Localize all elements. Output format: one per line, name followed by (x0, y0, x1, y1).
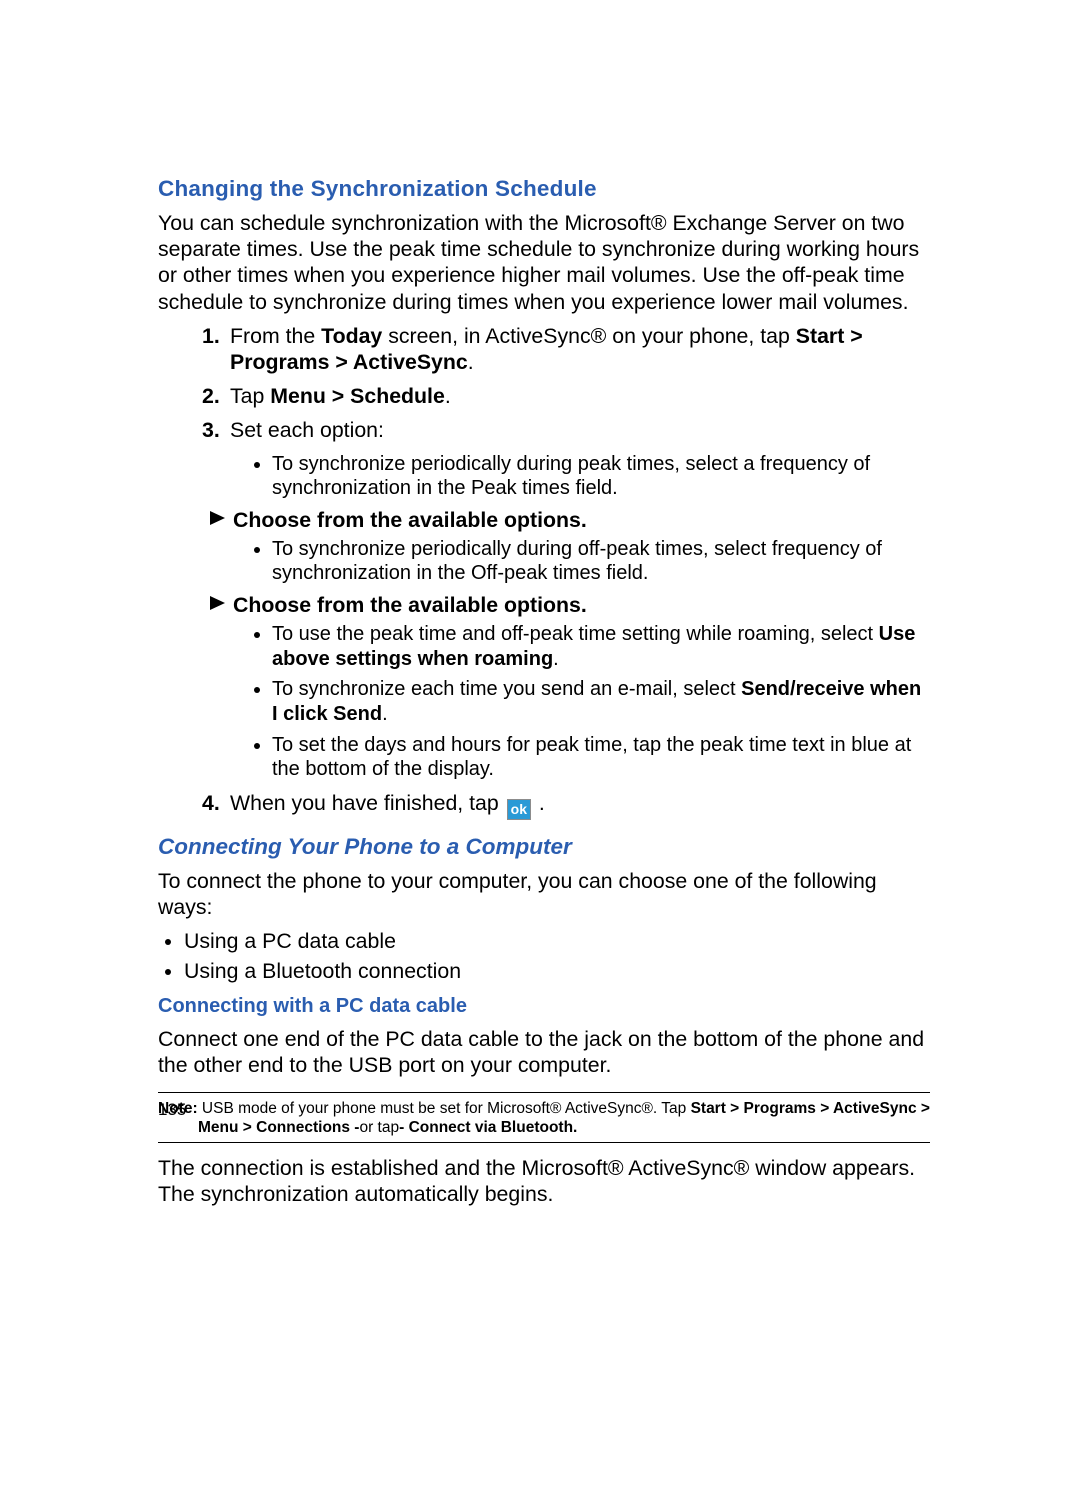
heading-connect-computer: Connecting Your Phone to a Computer (158, 834, 930, 860)
manual-page: Changing the Synchronization Schedule Yo… (0, 0, 1080, 1492)
text: . (468, 350, 474, 374)
bullet: To set the days and hours for peak time,… (272, 733, 930, 782)
text: . (382, 703, 388, 725)
text: When you have finished, tap (230, 791, 505, 815)
after-note-paragraph: The connection is established and the Mi… (158, 1155, 930, 1207)
step-3: Set each option: (230, 417, 930, 443)
step-1: From the Today screen, in ActiveSync® on… (230, 323, 930, 375)
divider-bottom (158, 1142, 930, 1143)
text: screen, in ActiveSync® on your phone, ta… (382, 324, 795, 348)
triangle-right-icon (210, 511, 225, 525)
text: . (553, 648, 559, 670)
arrow-text: Choose from the available options. (233, 507, 587, 533)
bullet: To use the peak time and off-peak time s… (272, 622, 930, 671)
page-number: 135 (158, 1100, 186, 1120)
note-text: or tap (359, 1119, 399, 1136)
arrow-text: Choose from the available options. (233, 592, 587, 618)
list-item: Using a Bluetooth connection (184, 958, 930, 984)
arrow-item-1: Choose from the available options. (210, 507, 930, 533)
text: . (533, 791, 545, 815)
ok-icon: ok (507, 799, 531, 820)
steps-list-cont: When you have finished, tap ok . (158, 790, 930, 820)
triangle-right-icon (210, 596, 225, 610)
bold: Menu > Schedule (270, 384, 445, 408)
sub-bullets-2: To synchronize periodically during off-p… (158, 537, 930, 586)
sub-bullets-1: To synchronize periodically during peak … (158, 452, 930, 501)
text: To use the peak time and off-peak time s… (272, 623, 879, 645)
bullet: To synchronize each time you send an e-m… (272, 677, 930, 726)
sub-bullets-3: To use the peak time and off-peak time s… (158, 622, 930, 782)
divider-top (158, 1092, 930, 1093)
heading-pc-cable: Connecting with a PC data cable (158, 995, 930, 1018)
note-bold: - Connect via Bluetooth. (399, 1119, 577, 1136)
steps-list: From the Today screen, in ActiveSync® on… (158, 323, 930, 444)
connect-intro: To connect the phone to your computer, y… (158, 868, 930, 920)
pc-cable-paragraph: Connect one end of the PC data cable to … (158, 1026, 930, 1078)
text: To synchronize each time you send an e-m… (272, 678, 741, 700)
text: Set each option: (230, 418, 384, 442)
bullet: To synchronize periodically during off-p… (272, 537, 930, 586)
connect-ways-list: Using a PC data cable Using a Bluetooth … (158, 928, 930, 984)
bullet: To synchronize periodically during peak … (272, 452, 930, 501)
text: From the (230, 324, 321, 348)
intro-paragraph: You can schedule synchronization with th… (158, 210, 930, 315)
text: . (445, 384, 451, 408)
list-item: Using a PC data cable (184, 928, 930, 954)
text: Tap (230, 384, 270, 408)
note-block: Note: USB mode of your phone must be set… (158, 1099, 930, 1138)
arrow-item-2: Choose from the available options. (210, 592, 930, 618)
note-text: USB mode of your phone must be set for M… (198, 1100, 691, 1117)
step-4: When you have finished, tap ok . (230, 790, 930, 820)
step-2: Tap Menu > Schedule. (230, 383, 930, 409)
heading-sync-schedule: Changing the Synchronization Schedule (158, 176, 930, 202)
bold: Today (321, 324, 382, 348)
